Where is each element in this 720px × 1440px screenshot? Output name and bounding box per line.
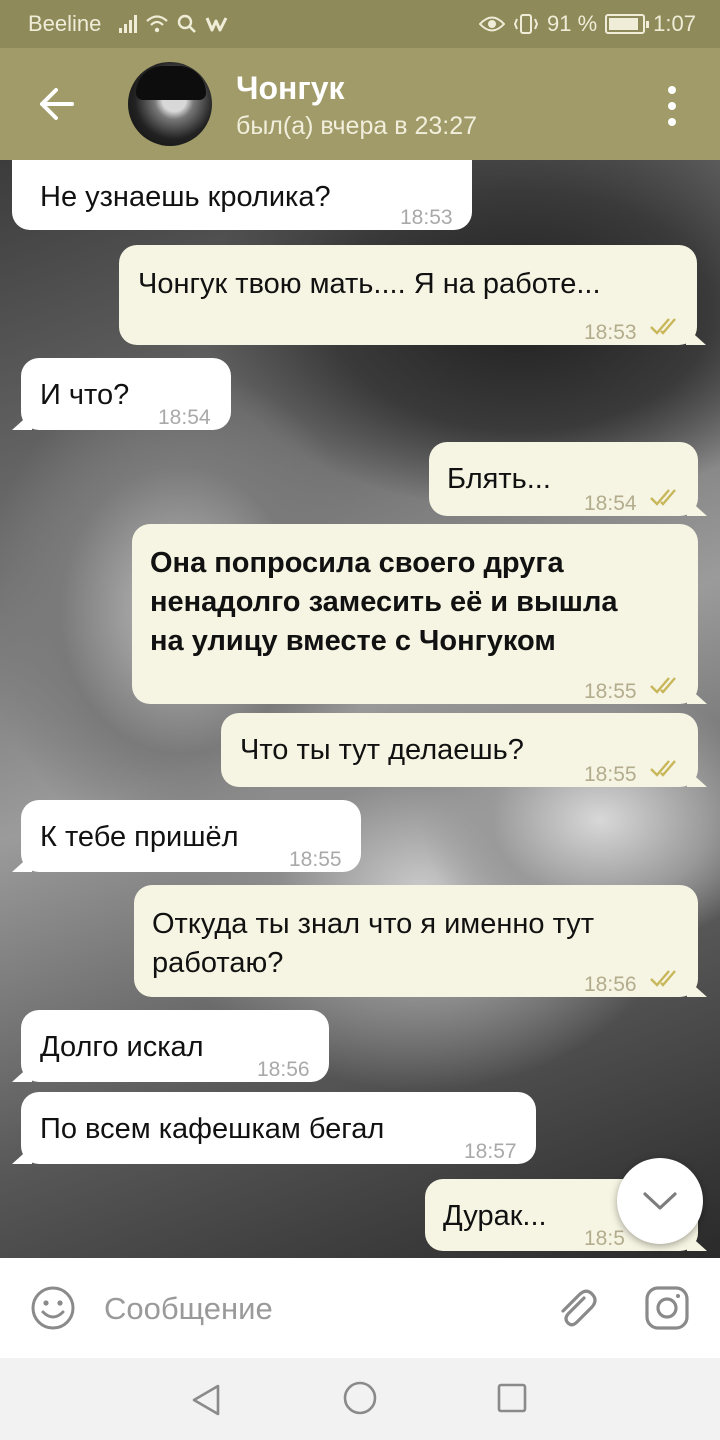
paperclip-icon[interactable] (552, 1284, 600, 1332)
message-text-line: Откуда ты знал что я именно тут (152, 908, 594, 940)
message-bubble[interactable]: Не узнаешь кролика? 18:53 (12, 160, 472, 230)
message-list[interactable]: Не узнаешь кролика? 18:53 Чонгук твою ма… (0, 160, 720, 1258)
app-notification-icon (206, 17, 228, 32)
message-text: Дурак... (443, 1200, 547, 1232)
scroll-to-bottom-button[interactable] (617, 1158, 703, 1244)
message-text: Чонгук твою мать.... Я на работе... (138, 268, 601, 300)
message-bubble[interactable]: По всем кафешкам бегал 18:57 (21, 1092, 536, 1164)
message-time: 18:5 (584, 1227, 625, 1250)
message-bubble[interactable]: И что? 18:54 (21, 358, 231, 430)
message-time: 18:56 (584, 973, 637, 996)
read-check-icon (650, 318, 676, 335)
message-time: 18:56 (257, 1058, 310, 1081)
composer-bar (0, 1258, 720, 1358)
wifi-icon (146, 15, 169, 33)
message-bubble[interactable]: Долго искал 18:56 (21, 1010, 329, 1082)
battery-icon (605, 14, 650, 34)
contact-last-seen: был(а) вчера в 23:27 (236, 112, 478, 140)
status-bar: Beeline 91 % 1:07 (0, 0, 720, 48)
battery-percent: 91 % (547, 11, 598, 36)
signal-icon (119, 15, 138, 33)
read-check-icon (650, 489, 676, 506)
message-bubble[interactable]: Блять... 18:54 (429, 442, 698, 516)
message-text: И что? (40, 379, 130, 411)
message-time: 18:55 (289, 848, 342, 871)
vibrate-icon (513, 14, 539, 34)
contact-name[interactable]: Чонгук (236, 70, 345, 107)
message-time: 18:54 (158, 406, 211, 429)
message-text: К тебе пришёл (40, 821, 239, 853)
message-bubble[interactable]: Чонгук твою мать.... Я на работе... 18:5… (119, 245, 697, 345)
eye-icon (479, 16, 506, 32)
avatar[interactable] (128, 62, 212, 146)
back-arrow-icon[interactable] (34, 84, 78, 124)
message-bubble[interactable]: Откуда ты знал что я именно тут работаю?… (134, 885, 698, 997)
read-check-icon (650, 970, 676, 987)
message-input[interactable] (104, 1286, 524, 1332)
system-nav-bar (0, 1358, 720, 1440)
message-text-line: Она попросила своего друга (150, 547, 564, 579)
message-bubble[interactable]: Что ты тут делаешь? 18:55 (221, 713, 698, 787)
nav-recent-icon[interactable] (496, 1382, 528, 1414)
message-text-line: ненадолго замесить её и вышла (150, 586, 618, 618)
message-time: 18:55 (584, 763, 637, 786)
message-bubble[interactable]: Она попросила своего друга ненадолго зам… (132, 524, 698, 704)
message-text: Блять... (447, 463, 551, 495)
chevron-down-icon (643, 1192, 677, 1210)
message-time: 18:53 (584, 321, 637, 344)
more-vert-icon[interactable] (664, 86, 680, 126)
nav-back-icon[interactable] (188, 1382, 224, 1418)
message-time: 18:55 (584, 680, 637, 703)
camera-icon[interactable] (644, 1285, 690, 1331)
search-icon (178, 14, 197, 33)
message-time: 18:53 (400, 206, 453, 229)
nav-home-icon[interactable] (342, 1380, 378, 1416)
emoji-icon[interactable] (30, 1285, 76, 1331)
message-text: Долго искал (40, 1031, 204, 1063)
carrier-label: Beeline (28, 11, 102, 36)
message-text-line: работаю? (152, 947, 284, 979)
message-time: 18:54 (584, 492, 637, 515)
message-text: По всем кафешкам бегал (40, 1113, 385, 1145)
read-check-icon (650, 677, 676, 694)
message-text: Не узнаешь кролика? (40, 181, 331, 213)
message-text-line: на улицу вместе с Чонгуком (150, 625, 556, 657)
message-time: 18:57 (464, 1140, 517, 1163)
message-bubble[interactable]: К тебе пришёл 18:55 (21, 800, 361, 872)
message-text: Что ты тут делаешь? (240, 734, 524, 766)
read-check-icon (650, 760, 676, 777)
chat-header: Чонгук был(а) вчера в 23:27 (0, 48, 720, 160)
clock: 1:07 (653, 11, 696, 36)
